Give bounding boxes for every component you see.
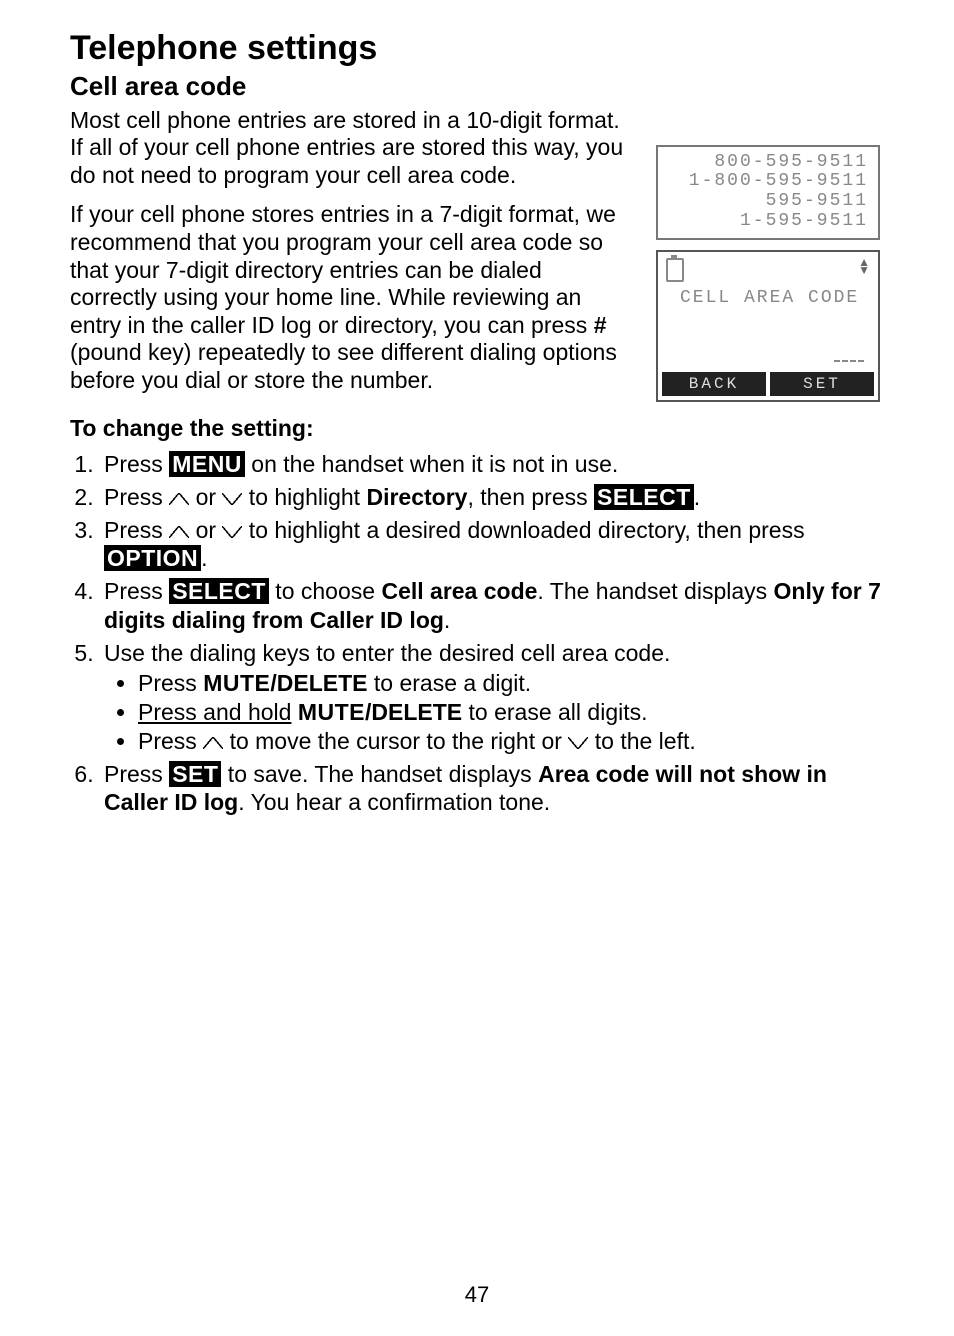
step-3: Press or to highlight a desired download… [100, 516, 884, 574]
num-line-3: 595-9511 [668, 192, 868, 212]
step-2-b: or [189, 484, 222, 510]
step-6: Press SET to save. The handset displays … [100, 760, 884, 818]
paragraph-1: Most cell phone entries are stored in a … [70, 107, 632, 190]
battery-icon [666, 258, 684, 282]
nav-arrows-icon: ▲▼ [858, 258, 870, 282]
step-2-e: , then press [467, 484, 594, 510]
chevron-down-icon [169, 493, 189, 505]
pound-key: # [594, 312, 607, 338]
paragraph-2: If your cell phone stores entries in a 7… [70, 201, 632, 394]
chevron-down-icon [169, 526, 189, 538]
step-6-a: Press [104, 761, 169, 787]
text-column: Most cell phone entries are stored in a … [70, 107, 632, 483]
s5b1a: Press [138, 670, 203, 696]
num-line-1: 800-595-9511 [668, 153, 868, 173]
step-4-cell-area-code: Cell area code [381, 578, 537, 604]
step-6-d: . You hear a confirmation tone. [238, 789, 550, 815]
cursor-icon [834, 360, 864, 362]
mute-key: MUTE [203, 670, 270, 696]
s5b3b: to move the cursor to the right or [223, 728, 568, 754]
page: Telephone settings Cell area code Most c… [0, 0, 954, 1336]
step-4: Press SELECT to choose Cell area code. T… [100, 577, 884, 635]
step-5: Use the dialing keys to enter the desire… [100, 639, 884, 756]
step-5-sub-1: Press MUTE/DELETE to erase a digit. [138, 669, 884, 698]
option-key: OPTION [104, 545, 201, 571]
num-line-2: 1-800-595-9511 [668, 172, 868, 192]
chevron-up-icon [222, 526, 242, 538]
step-5-sub-3: Press to move the cursor to the right or… [138, 727, 884, 756]
num-line-4: 1-595-9511 [668, 212, 868, 232]
s5b2a: Press and hold [138, 699, 291, 725]
s5b3c: to the left. [588, 728, 695, 754]
softkey-back: BACK [662, 372, 766, 396]
page-title: Telephone settings [70, 30, 884, 67]
step-3-a: Press [104, 517, 169, 543]
select-key: SELECT [594, 484, 694, 510]
screen-input-line [658, 312, 878, 372]
step-3-b: or [189, 517, 222, 543]
step-4-period: . [444, 607, 450, 633]
screen-number-formats: 800-595-9511 1-800-595-9511 595-9511 1-5… [656, 145, 880, 240]
step-5-a: Use the dialing keys to enter the desire… [104, 640, 670, 666]
step-5-sub-2: Press and hold MUTE/DELETE to erase all … [138, 698, 884, 727]
step-3-c: to highlight a desired downloaded direct… [242, 517, 804, 543]
step-6-b: to save. The handset displays [221, 761, 538, 787]
step-2-a: Press [104, 484, 169, 510]
step-1-text-b: on the handset when it is not in use. [245, 451, 618, 477]
step-4-a: Press [104, 578, 169, 604]
section-subtitle: Cell area code [70, 71, 884, 102]
step-4-d: . The handset displays [537, 578, 773, 604]
step-2-directory: Directory [366, 484, 467, 510]
instructions-heading: To change the setting: [70, 415, 632, 443]
chevron-up-icon [568, 737, 588, 749]
figure-column: 800-595-9511 1-800-595-9511 595-9511 1-5… [656, 107, 884, 483]
delete-key: /DELETE [270, 670, 367, 696]
step-2-period: . [694, 484, 700, 510]
steps-continued: Press or to highlight Directory, then pr… [70, 483, 884, 817]
chevron-down-icon [203, 737, 223, 749]
number-block: 800-595-9511 1-800-595-9511 595-9511 1-5… [658, 147, 878, 238]
screen-top-row: ▲▼ [658, 258, 878, 282]
mute-key-2: MUTE [298, 699, 365, 725]
softkey-set: SET [770, 372, 874, 396]
menu-key: MENU [169, 451, 245, 477]
screen-label: CELL AREA CODE [658, 282, 878, 312]
content-row: Most cell phone entries are stored in a … [70, 107, 884, 483]
step-3-period: . [201, 545, 207, 571]
steps-list-top: Press MENU on the handset when it is not… [70, 450, 632, 479]
s5b3a: Press [138, 728, 203, 754]
select-key-2: SELECT [169, 578, 269, 604]
delete-key-2: /DELETE [365, 699, 462, 725]
step-4-b: to choose [269, 578, 382, 604]
p2-part-a: If your cell phone stores entries in a 7… [70, 201, 616, 337]
screen-area-code-entry: ▲▼ CELL AREA CODE BACK SET [656, 250, 880, 402]
step-2-c: to highlight [242, 484, 366, 510]
p2-part-b: (pound key) repeatedly to see different … [70, 339, 617, 393]
step-2: Press or to highlight Directory, then pr… [100, 483, 884, 512]
s5b1b: to erase a digit. [367, 670, 531, 696]
set-key: SET [169, 761, 221, 787]
softkeys-row: BACK SET [658, 372, 878, 400]
step-5-sublist: Press MUTE/DELETE to erase a digit. Pres… [138, 669, 884, 755]
page-number: 47 [0, 1282, 954, 1308]
steps-list-rest: Press or to highlight Directory, then pr… [70, 483, 884, 817]
step-1: Press MENU on the handset when it is not… [100, 450, 632, 479]
chevron-up-icon [222, 493, 242, 505]
s5b2b: to erase all digits. [462, 699, 647, 725]
step-1-text-a: Press [104, 451, 169, 477]
